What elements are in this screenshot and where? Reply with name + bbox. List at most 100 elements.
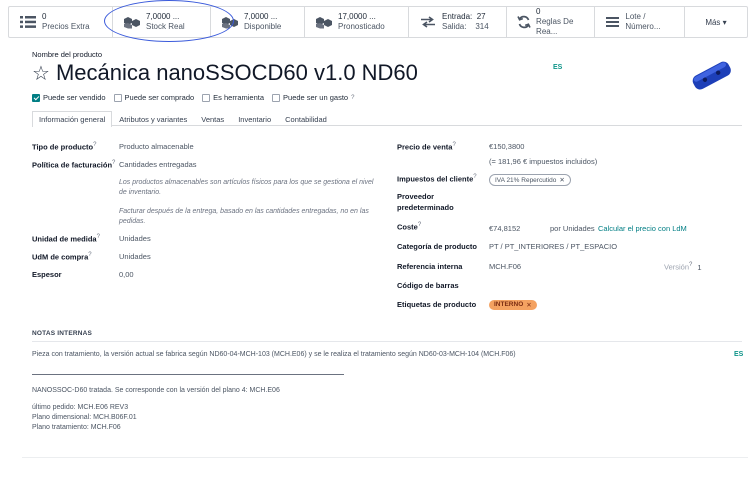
barcode-label: Código de barras [397, 281, 459, 290]
help-marker[interactable]: ? [351, 95, 354, 101]
available-button[interactable]: 7,0000 ... Disponible [211, 7, 305, 37]
list-icon [17, 16, 39, 28]
can-be-sold-label: Puede ser vendido [43, 93, 106, 102]
sales-price-tax-included: (= 181,96 € impuestos incluidos) [489, 157, 598, 166]
can-be-sold-checkbox[interactable]: Puede ser vendido [32, 93, 106, 102]
version-label: Versión [664, 262, 690, 272]
default-vendor-label: Proveedor predeterminado [397, 192, 454, 212]
product-tag-label: INTERNO [494, 301, 524, 308]
in-out-button[interactable]: Entrada: 27 Salida: 314 [409, 7, 507, 37]
tax-tag-label: IVA 21% Repercutido [495, 176, 557, 184]
forecast-value: 17,0000 ... [338, 12, 376, 21]
checkbox-checked-icon[interactable] [32, 93, 40, 102]
customer-taxes-label: Impuestos del cliente [397, 174, 474, 184]
thickness-value[interactable]: 0,00 [119, 270, 134, 279]
product-type-label: Tipo de producto [32, 142, 94, 152]
product-image[interactable] [688, 52, 736, 100]
available-value: 7,0000 ... [244, 12, 278, 21]
help-marker: ? [88, 252, 92, 258]
thickness-label: Espesor [32, 270, 62, 279]
forecast-button[interactable]: 17,0000 ... Pronosticado [305, 7, 409, 37]
note-line[interactable]: último pedido: MCH.E06 REV3 [32, 404, 128, 411]
exchange-icon [417, 16, 439, 28]
sales-price-label: Precio de venta [397, 142, 453, 152]
internal-reference-label: Referencia interna [397, 262, 463, 271]
stock-real-label: Stock Real [146, 22, 185, 31]
more-label: Más ▾ [705, 17, 727, 27]
extra-prices-button[interactable]: 0 Precios Extra [9, 7, 113, 37]
star-icon[interactable]: ☆ [32, 61, 50, 86]
lots-serial-label: Lote / Número... [625, 12, 661, 31]
stock-real-value: 7,0000 ... [146, 12, 180, 21]
help-marker: ? [689, 262, 693, 268]
cubes-icon [121, 16, 143, 29]
divider [32, 341, 742, 342]
can-be-expensed-checkbox[interactable]: Puede ser un gasto? [272, 93, 354, 102]
product-type-value[interactable]: Producto almacenable [119, 142, 194, 151]
tab-accounting[interactable]: Contabilidad [278, 111, 334, 125]
language-badge[interactable]: ES [553, 64, 562, 71]
note-line[interactable]: Pieza con tratamiento, la versión actual… [32, 351, 516, 358]
is-tool-checkbox[interactable]: Es herramienta [202, 93, 264, 102]
internal-notes-header: NOTAS INTERNAS [32, 330, 93, 337]
tax-tag[interactable]: IVA 21% Repercutido ✕ [489, 174, 571, 186]
refresh-icon [515, 15, 533, 29]
can-be-purchased-checkbox[interactable]: Puede ser comprado [113, 93, 194, 102]
purchase-uom-value[interactable]: Unidades [119, 252, 151, 261]
help-marker: ? [417, 222, 422, 228]
in-count: Entrada: 27 [442, 12, 486, 21]
stock-real-button[interactable]: 7,0000 ... Stock Real [113, 7, 211, 37]
tab-inventory[interactable]: Inventario [231, 111, 278, 125]
help-marker: ? [96, 234, 100, 240]
cost-label: Coste [397, 222, 418, 232]
sales-price-value[interactable]: €150,3800 [489, 142, 524, 151]
bars-icon [603, 17, 622, 27]
help-marker: ? [452, 142, 456, 148]
invoicing-policy-help: Facturar después de la entrega, basado e… [119, 208, 369, 225]
cubes-icon [219, 16, 241, 29]
product-tags-label: Etiquetas de producto [397, 300, 477, 309]
out-count: Salida: 314 [442, 22, 489, 31]
uom-value[interactable]: Unidades [119, 234, 151, 243]
invoicing-policy-value[interactable]: Cantidades entregadas [119, 160, 197, 169]
checkbox-empty-icon[interactable] [113, 93, 122, 102]
language-badge[interactable]: ES [734, 351, 743, 358]
cubes-icon [313, 16, 335, 29]
help-marker: ? [112, 160, 116, 166]
checkbox-empty-icon[interactable] [272, 93, 281, 102]
extra-prices-count: 0 [42, 12, 47, 21]
reorder-rules-button[interactable]: 0 Reglas De Rea... [507, 7, 595, 37]
remove-tag-icon[interactable]: ✕ [559, 176, 564, 184]
note-line[interactable]: NANOSSOC-D60 tratada. Se corresponde con… [32, 387, 280, 394]
remove-tag-icon[interactable]: ✕ [526, 301, 531, 309]
is-tool-label: Es herramienta [213, 93, 265, 102]
tab-general-info[interactable]: Información general [32, 111, 113, 127]
product-category-value[interactable]: PT / PT_INTERIORES / PT_ESPACIO [489, 242, 617, 251]
product-options: Puede ser vendido Puede ser comprado Es … [32, 93, 354, 102]
note-line[interactable]: Plano dimensional: MCH.B06F.01 [32, 414, 137, 421]
divider [22, 457, 748, 458]
product-tag[interactable]: INTERNO ✕ [489, 299, 537, 310]
forecast-label: Pronosticado [338, 22, 385, 31]
cost-value[interactable]: €74,8152 [489, 224, 520, 233]
tab-attributes[interactable]: Atributos y variantes [112, 111, 194, 125]
extra-prices-label: Precios Extra [42, 22, 90, 31]
reorder-rules-label: Reglas De Rea... [536, 17, 574, 36]
note-line[interactable]: Plano tratamiento: MCH.F06 [32, 424, 121, 431]
product-category-label: Categoría de producto [397, 242, 478, 251]
product-title: ☆ Mecánica nanoSSOCD60 v1.0 ND60 [32, 60, 418, 86]
cost-unit: por Unidades [550, 224, 595, 233]
more-button[interactable]: Más ▾ [685, 7, 747, 37]
help-marker: ? [473, 174, 477, 180]
version-value[interactable]: 1 [697, 263, 701, 272]
tab-sales[interactable]: Ventas [194, 111, 231, 125]
checkbox-empty-icon[interactable] [202, 93, 211, 102]
compute-price-bom-button[interactable]: Calcular el precio con LdM [598, 224, 687, 233]
product-name[interactable]: Mecánica nanoSSOCD60 v1.0 ND60 [56, 60, 418, 86]
form-tabs: Información general Atributos y variante… [32, 111, 742, 127]
product-type-help: Los productos almacenables son artículos… [119, 179, 374, 196]
reorder-rules-count: 0 [536, 7, 541, 16]
smart-button-bar: 0 Precios Extra 7,0000 ... Stock Real 7,00… [8, 6, 748, 38]
lots-serial-button[interactable]: Lote / Número... [595, 7, 685, 37]
internal-reference-value[interactable]: MCH.F06 [489, 262, 521, 271]
